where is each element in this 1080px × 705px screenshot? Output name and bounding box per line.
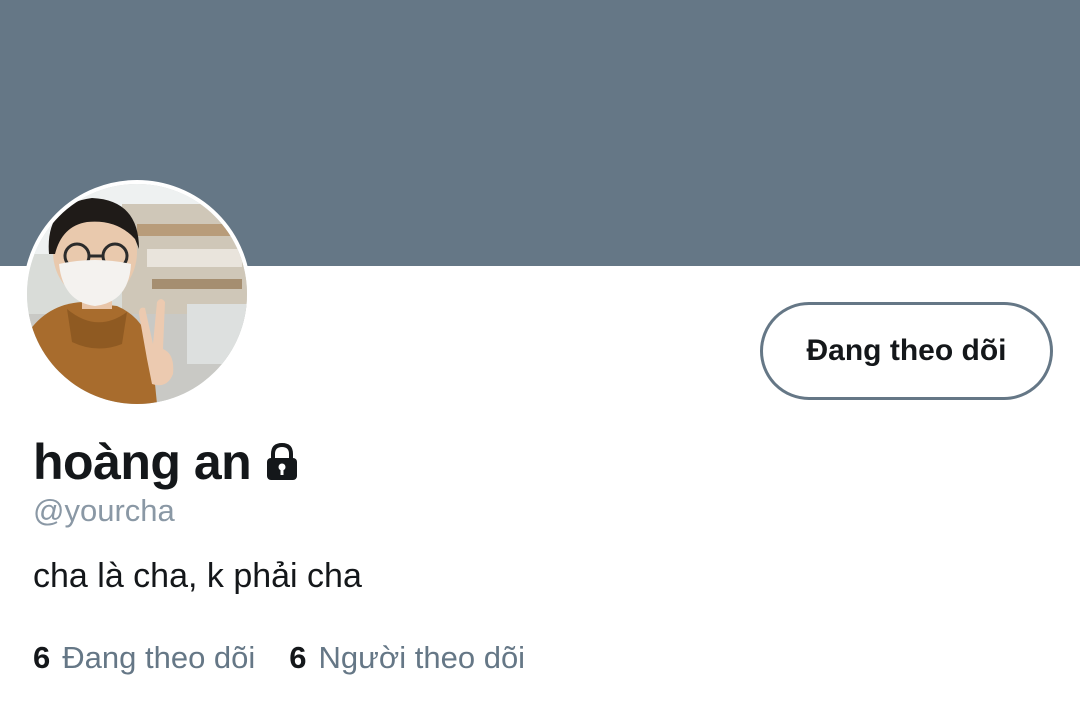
followers-label: Người theo dõi	[318, 640, 526, 675]
profile-page: Đang theo dõi hoàng an @yourcha cha là c…	[0, 0, 1080, 705]
display-name: hoàng an	[33, 434, 252, 490]
avatar-photo	[27, 184, 247, 404]
followers-stat[interactable]: 6 Người theo dõi	[289, 638, 525, 678]
followers-count: 6	[289, 640, 307, 675]
profile-bio: cha là cha, k phải cha	[33, 557, 362, 595]
following-stat[interactable]: 6 Đang theo dõi	[33, 638, 255, 678]
lock-icon	[261, 441, 303, 483]
profile-handle: @yourcha	[33, 493, 175, 528]
following-label: Đang theo dõi	[62, 640, 256, 675]
following-button[interactable]: Đang theo dõi	[760, 302, 1053, 400]
profile-name-row: hoàng an	[33, 432, 303, 492]
profile-stats: 6 Đang theo dõi 6 Người theo dõi	[33, 638, 525, 678]
profile-avatar[interactable]	[23, 180, 251, 408]
following-count: 6	[33, 640, 51, 675]
